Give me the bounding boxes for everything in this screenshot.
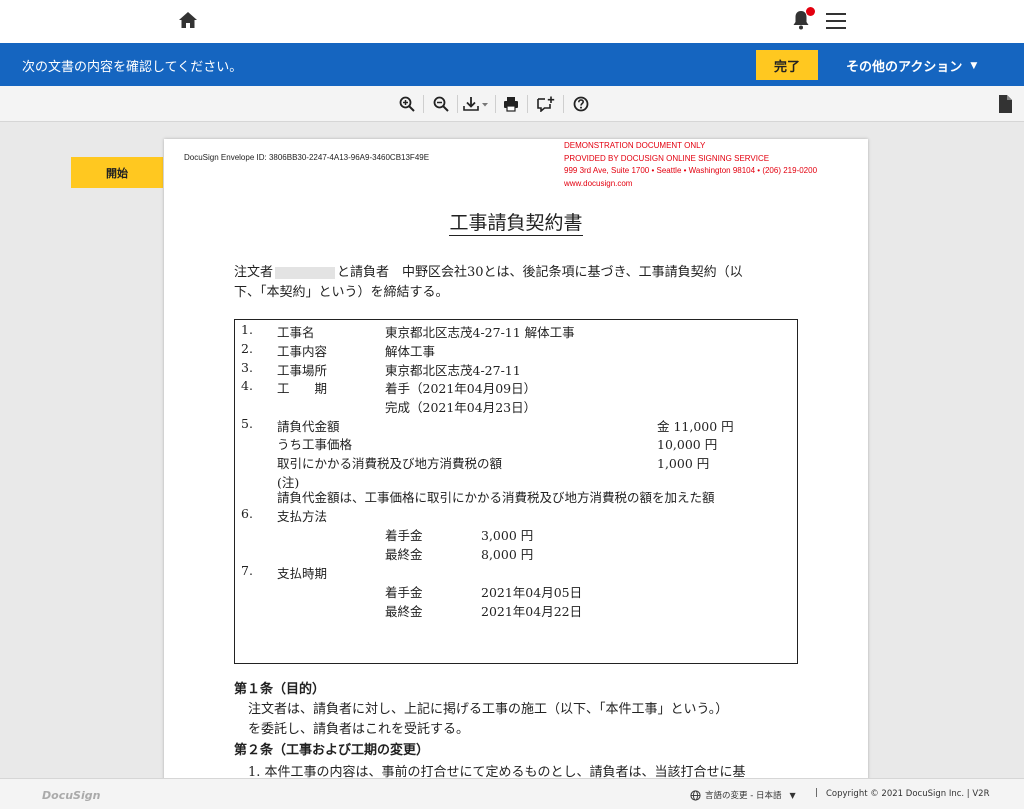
footer: DocuSign 言語の変更 - 日本語 ▼ | Copyright © 202… (0, 778, 1024, 809)
language-label: 言語の変更 - 日本語 (705, 791, 782, 801)
notification-badge (806, 7, 815, 16)
payment-label: 着手金 (385, 528, 423, 543)
payment-label: 最終金 (385, 547, 423, 562)
item-number: 4. (241, 378, 253, 393)
payment-value: 2021年04月05日 (481, 585, 583, 600)
payment-value: 3,000 円 (481, 528, 534, 543)
redacted-name (275, 266, 336, 279)
copyright-text: Copyright © 2021 DocuSign Inc. | V2R (826, 789, 990, 799)
comment-add-icon[interactable] (536, 94, 556, 114)
demo-line: 999 3rd Ave, Suite 1700 • Seattle • Wash… (564, 166, 818, 175)
item-label: 工事名 (277, 325, 315, 340)
item-amount: 1,000 円 (657, 456, 710, 471)
article-1-text: 注文者は、請負者に対し、上記に掲げる工事の施工（以下、「本件工事」という。） (248, 702, 729, 717)
hamburger-menu-icon[interactable] (826, 13, 846, 29)
caret-down-icon: ▼ (970, 60, 978, 71)
item-label: 工 期 (277, 381, 328, 396)
item-amount: 金 11,000 円 (657, 419, 734, 434)
zoom-out-icon[interactable] (431, 94, 451, 114)
globe-icon (690, 789, 701, 801)
print-icon[interactable] (501, 94, 521, 114)
article-2-title: 第２条（工事および工期の変更） (234, 743, 430, 758)
item-value: 東京都北区志茂4-27-11 解体工事 (385, 325, 575, 340)
payment-value: 8,000 円 (481, 547, 534, 562)
demo-notice: DEMONSTRATION DOCUMENT ONLY PROVIDED BY … (564, 140, 817, 190)
item-number: 3. (241, 360, 253, 375)
intro-text: と請負者 中野区会社30とは、後記条項に基づき、工事請負契約（以 (337, 265, 743, 280)
item-label: 工事内容 (277, 344, 328, 359)
document-toolbar (0, 86, 1024, 122)
top-header (0, 0, 1024, 43)
review-message: 次の文書の内容を確認してください。 (22, 60, 243, 75)
finish-button[interactable]: 完了 (756, 50, 818, 80)
document-icon[interactable] (997, 94, 1013, 114)
home-icon[interactable] (178, 11, 198, 29)
intro-text: 下、「本契約」という）を締結する。 (234, 285, 449, 300)
item-label: 工事場所 (277, 363, 328, 378)
item-amount: 10,000 円 (657, 437, 718, 452)
language-selector[interactable]: 言語の変更 - 日本語 ▼ (690, 789, 796, 801)
document-page: DocuSign Envelope ID: 3806BB30-2247-4A13… (164, 139, 868, 789)
help-icon[interactable] (571, 94, 591, 114)
article-1-title: 第１条（目的） (234, 682, 326, 697)
item-number: 2. (241, 341, 253, 356)
item-number: 5. (241, 416, 253, 431)
demo-line: DEMONSTRATION DOCUMENT ONLY (564, 141, 706, 150)
caret-down-icon: ▼ (789, 790, 796, 800)
demo-line: PROVIDED BY DOCUSIGN ONLINE SIGNING SERV… (564, 153, 770, 163)
payment-label: 最終金 (385, 604, 423, 619)
article-1-text: を委託し、請負者はこれを受託する。 (248, 722, 470, 737)
item-number: 7. (241, 563, 253, 578)
item-value: 東京都北区志茂4-27-11 (385, 363, 521, 378)
envelope-id: DocuSign Envelope ID: 3806BB30-2247-4A13… (184, 153, 430, 162)
download-icon[interactable] (462, 94, 490, 114)
docusign-logo: DocuSign (42, 789, 101, 802)
other-actions-dropdown[interactable]: その他のアクション ▼ (846, 56, 977, 75)
start-tab-button[interactable]: 開始 (71, 157, 163, 188)
item-number: 6. (241, 506, 253, 521)
payment-value: 2021年04月22日 (481, 604, 583, 619)
other-actions-label: その他のアクション (846, 60, 963, 75)
contract-summary-box: 1. 工事名 東京都北区志茂4-27-11 解体工事 2. 工事内容 解体工事 … (234, 319, 798, 664)
intro-paragraph: 注文者 と請負者 中野区会社30とは、後記条項に基づき、工事請負契約（以 下、「本… (234, 263, 804, 303)
item-label: 請負代金額 (277, 419, 340, 434)
item-label: 支払時期 (277, 566, 328, 581)
intro-text: 注文者 (234, 265, 274, 280)
title-text: 工事請負契約書 (449, 212, 583, 236)
document-title: 工事請負契約書 (164, 208, 868, 236)
payment-label: 着手金 (385, 585, 423, 600)
item-value: 解体工事 (385, 344, 436, 359)
item-label: うち工事価格 (277, 437, 353, 452)
action-bar: 次の文書の内容を確認してください。 完了 その他のアクション ▼ (0, 43, 1024, 86)
item-label: 支払方法 (277, 509, 328, 524)
zoom-in-icon[interactable] (397, 94, 417, 114)
demo-line: www.docusign.com (564, 178, 633, 188)
item-number: 1. (241, 322, 253, 337)
footer-separator: | (815, 788, 818, 798)
item-value: 完成（2021年04月23日） (385, 400, 537, 415)
item-value: 着手（2021年04月09日） (385, 381, 537, 396)
item-note: 請負代金額は、工事価格に取引にかかる消費税及び地方消費税の額を加えた額 (277, 490, 715, 505)
item-label: 取引にかかる消費税及び地方消費税の額 (277, 456, 503, 471)
